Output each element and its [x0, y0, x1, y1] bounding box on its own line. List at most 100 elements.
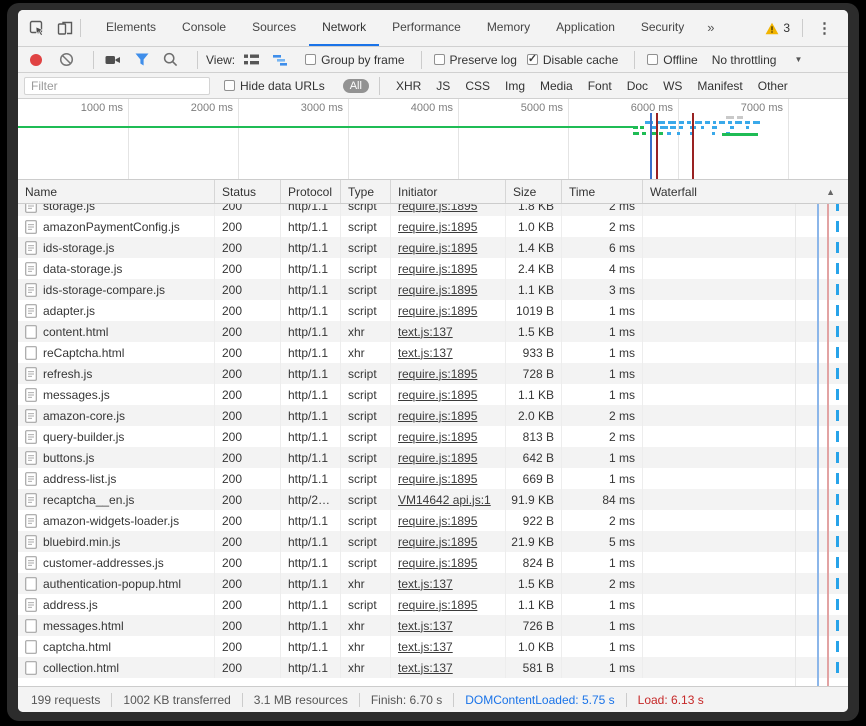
- tab-network[interactable]: Network: [309, 10, 380, 46]
- waterfall-bar: [836, 620, 839, 631]
- column-header-name[interactable]: Name: [18, 180, 215, 203]
- initiator-link[interactable]: require.js:1895: [398, 220, 477, 234]
- column-header-time[interactable]: Time: [562, 180, 643, 203]
- filter-type-img[interactable]: Img: [505, 79, 525, 93]
- table-row[interactable]: messages.html 200 http/1.1 xhr text.js:137 72…: [18, 615, 848, 636]
- initiator-link[interactable]: text.js:137: [398, 619, 453, 633]
- table-row[interactable]: recaptcha__en.js 200 http/2… script VM14642 …: [18, 489, 848, 510]
- table-row[interactable]: amazon-core.js 200 http/1.1 script require.j…: [18, 405, 848, 426]
- column-header-initiator[interactable]: Initiator: [391, 180, 506, 203]
- search-icon[interactable]: [162, 51, 179, 68]
- cell-initiator: text.js:137: [391, 636, 506, 657]
- filter-type-manifest[interactable]: Manifest: [697, 79, 742, 93]
- tab-sources[interactable]: Sources: [239, 10, 309, 46]
- throttling-dropdown[interactable]: No throttling ▼: [712, 53, 803, 67]
- tab-application[interactable]: Application: [543, 10, 628, 46]
- table-row[interactable]: collection.html 200 http/1.1 xhr text.js:137…: [18, 657, 848, 678]
- group-by-frame-checkbox[interactable]: Group by frame: [305, 53, 405, 67]
- status-item: Load: 6.13 s: [625, 692, 715, 707]
- table-row[interactable]: data-storage.js 200 http/1.1 script require.…: [18, 258, 848, 279]
- initiator-link[interactable]: text.js:137: [398, 577, 453, 591]
- initiator-link[interactable]: VM14642 api.js:1: [398, 493, 491, 507]
- clear-icon[interactable]: [58, 51, 75, 68]
- filter-type-other[interactable]: Other: [758, 79, 788, 93]
- column-header-type[interactable]: Type: [341, 180, 391, 203]
- column-header-status[interactable]: Status: [215, 180, 281, 203]
- column-header-protocol[interactable]: Protocol: [281, 180, 341, 203]
- initiator-link[interactable]: require.js:1895: [398, 367, 477, 381]
- initiator-link[interactable]: require.js:1895: [398, 304, 477, 318]
- filter-type-media[interactable]: Media: [540, 79, 573, 93]
- large-request-rows-icon[interactable]: [243, 51, 260, 68]
- device-toolbar-icon[interactable]: [56, 19, 74, 37]
- tab-elements[interactable]: Elements: [93, 10, 169, 46]
- table-row[interactable]: ids-storage-compare.js 200 http/1.1 script r…: [18, 279, 848, 300]
- initiator-link[interactable]: require.js:1895: [398, 556, 477, 570]
- more-tabs-button[interactable]: »: [697, 10, 724, 46]
- table-row[interactable]: amazon-widgets-loader.js 200 http/1.1 scrip…: [18, 510, 848, 531]
- cell-type: xhr: [341, 657, 391, 678]
- filter-type-css[interactable]: CSS: [465, 79, 490, 93]
- filter-input[interactable]: [24, 76, 210, 95]
- initiator-link[interactable]: require.js:1895: [398, 451, 477, 465]
- filter-type-doc[interactable]: Doc: [627, 79, 648, 93]
- filter-type-xhr[interactable]: XHR: [396, 79, 421, 93]
- table-row[interactable]: authentication-popup.html 200 http/1.1 xhr t…: [18, 573, 848, 594]
- table-row[interactable]: address.js 200 http/1.1 script require.js:18…: [18, 594, 848, 615]
- filter-type-ws[interactable]: WS: [663, 79, 682, 93]
- disable-cache-checkbox[interactable]: Disable cache: [526, 52, 618, 67]
- table-row[interactable]: amazonPaymentConfig.js 200 http/1.1 script r…: [18, 216, 848, 237]
- table-row[interactable]: reCaptcha.html 200 http/1.1 xhr text.js:137 9…: [18, 342, 848, 363]
- initiator-link[interactable]: text.js:137: [398, 661, 453, 675]
- offline-checkbox[interactable]: Offline: [647, 53, 698, 67]
- filter-funnel-icon[interactable]: [133, 51, 150, 68]
- table-row[interactable]: storage.js 200 http/1.1 script require.js:18…: [18, 204, 848, 216]
- column-header-size[interactable]: Size: [506, 180, 562, 203]
- column-header-waterfall[interactable]: Waterfall ▲: [643, 180, 848, 203]
- table-row[interactable]: content.html 200 http/1.1 xhr text.js:137 1.5…: [18, 321, 848, 342]
- filter-type-font[interactable]: Font: [588, 79, 612, 93]
- console-warnings-button[interactable]: 3: [759, 21, 796, 35]
- sort-ascending-icon: ▲: [826, 186, 835, 197]
- table-row[interactable]: ids-storage.js 200 http/1.1 script require.j…: [18, 237, 848, 258]
- initiator-link[interactable]: require.js:1895: [398, 472, 477, 486]
- table-row[interactable]: address-list.js 200 http/1.1 script require.…: [18, 468, 848, 489]
- tab-security[interactable]: Security: [628, 10, 697, 46]
- initiator-link[interactable]: require.js:1895: [398, 514, 477, 528]
- cell-waterfall: [643, 279, 848, 300]
- table-row[interactable]: query-builder.js 200 http/1.1 script require…: [18, 426, 848, 447]
- preserve-log-checkbox[interactable]: Preserve log: [433, 53, 517, 67]
- table-row[interactable]: customer-addresses.js 200 http/1.1 script re…: [18, 552, 848, 573]
- divider: [802, 19, 803, 37]
- initiator-link[interactable]: require.js:1895: [398, 598, 477, 612]
- screenshot-camera-icon[interactable]: [104, 51, 121, 68]
- table-row[interactable]: buttons.js 200 http/1.1 script require.js:18…: [18, 447, 848, 468]
- kebab-menu-icon[interactable]: ⋮: [809, 19, 840, 37]
- inspect-element-icon[interactable]: [28, 19, 46, 37]
- initiator-link[interactable]: require.js:1895: [398, 409, 477, 423]
- table-row[interactable]: refresh.js 200 http/1.1 script require.js:18…: [18, 363, 848, 384]
- initiator-link[interactable]: text.js:137: [398, 346, 453, 360]
- initiator-link[interactable]: require.js:1895: [398, 241, 477, 255]
- table-row[interactable]: adapter.js 200 http/1.1 script require.js:18…: [18, 300, 848, 321]
- record-button[interactable]: [30, 53, 42, 66]
- initiator-link[interactable]: require.js:1895: [398, 430, 477, 444]
- initiator-link[interactable]: require.js:1895: [398, 204, 477, 213]
- table-row[interactable]: bluebird.min.js 200 http/1.1 script require.…: [18, 531, 848, 552]
- initiator-link[interactable]: text.js:137: [398, 640, 453, 654]
- show-overview-icon[interactable]: [272, 51, 289, 68]
- filter-type-js[interactable]: JS: [436, 79, 450, 93]
- tab-performance[interactable]: Performance: [379, 10, 474, 46]
- hide-data-urls-checkbox[interactable]: Hide data URLs: [224, 79, 325, 93]
- initiator-link[interactable]: text.js:137: [398, 325, 453, 339]
- initiator-link[interactable]: require.js:1895: [398, 262, 477, 276]
- tab-memory[interactable]: Memory: [474, 10, 543, 46]
- initiator-link[interactable]: require.js:1895: [398, 535, 477, 549]
- tab-console[interactable]: Console: [169, 10, 239, 46]
- table-row[interactable]: captcha.html 200 http/1.1 xhr text.js:137 1.0…: [18, 636, 848, 657]
- table-row[interactable]: messages.js 200 http/1.1 script require.js:1…: [18, 384, 848, 405]
- initiator-link[interactable]: require.js:1895: [398, 283, 477, 297]
- filter-type-all[interactable]: All: [342, 78, 369, 93]
- network-overview[interactable]: 1000 ms 2000 ms 3000 ms 4000 ms 5000 ms 6000 …: [18, 99, 848, 180]
- initiator-link[interactable]: require.js:1895: [398, 388, 477, 402]
